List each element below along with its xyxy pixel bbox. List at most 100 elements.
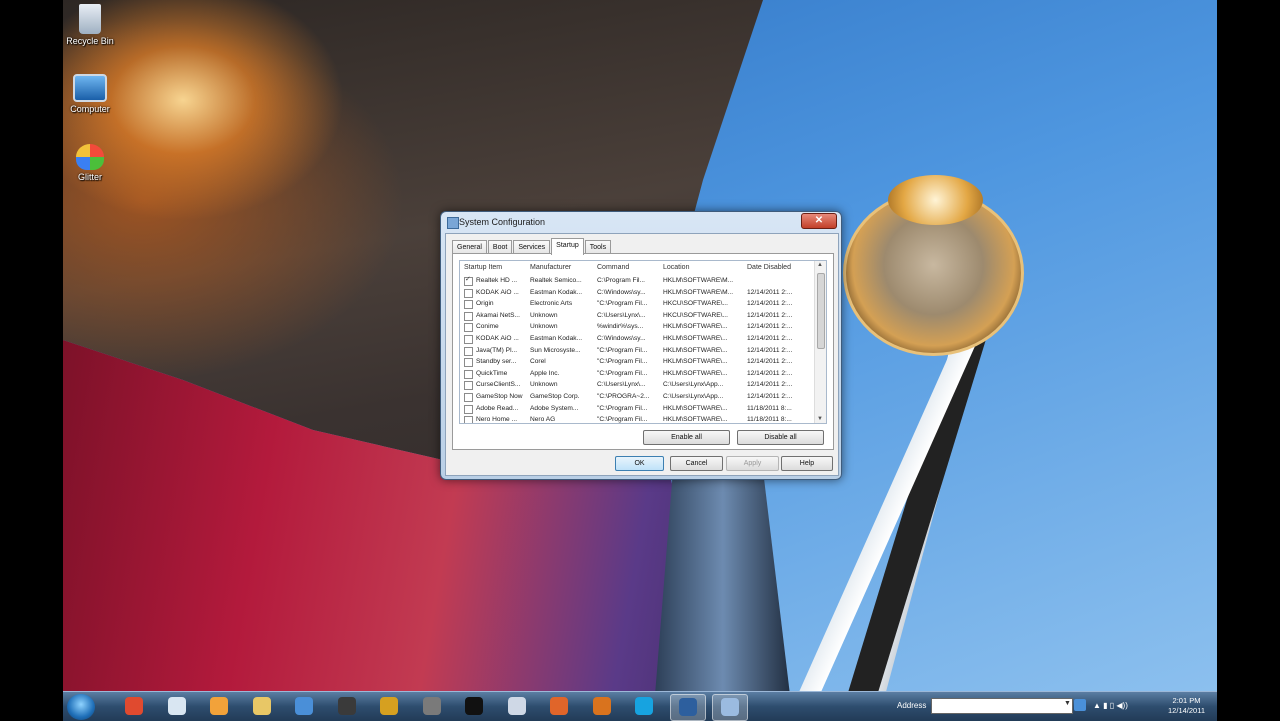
startup-item-checkbox[interactable] — [464, 369, 473, 379]
startup-item-checkbox[interactable] — [464, 393, 473, 402]
startup-item-checkbox[interactable] — [464, 323, 473, 333]
startup-row[interactable]: CurseClientS... Unknown C:\Users\Lynx\... C… — [460, 379, 812, 391]
startup-cell-location: HKLM\SOFTWARE\... — [663, 416, 728, 424]
startup-cell-location: HKLM\SOFTWARE\... — [663, 323, 728, 331]
startup-item-checkbox[interactable] — [464, 311, 473, 321]
startup-item-checkbox[interactable] — [464, 288, 473, 298]
apply-button[interactable]: Apply — [726, 456, 779, 471]
close-button[interactable]: ✕ — [801, 213, 837, 229]
startup-cell-location: HKLM\SOFTWARE\... — [663, 369, 728, 377]
clock[interactable]: 2:01 PM 12/14/2011 — [1168, 696, 1205, 716]
start-button[interactable] — [67, 694, 95, 720]
startup-cell-date: 12/14/2011 2:... — [747, 393, 793, 400]
startup-item-checkbox[interactable] — [464, 346, 473, 356]
startup-cell-location: HKCU\SOFTWARE\... — [663, 300, 728, 308]
startup-item-checkbox[interactable] — [464, 358, 473, 368]
address-go-icon[interactable] — [1074, 699, 1086, 711]
tab-startup[interactable]: Startup — [551, 238, 584, 255]
startup-cell-location: HKLM\SOFTWARE\M... — [663, 288, 734, 296]
scroll-down-arrow-icon[interactable]: ▼ — [817, 416, 823, 422]
startup-cell-command: C:\Users\Lynx\... — [597, 381, 646, 389]
startup-cell-item: Akamai NetS... — [476, 311, 520, 319]
taskbar-app-curse[interactable] — [585, 694, 619, 719]
gamestop-icon — [465, 697, 483, 715]
thunderbird-icon — [295, 697, 313, 715]
startup-cell-location: HKLM\SOFTWARE\... — [663, 358, 728, 366]
startup-row[interactable]: KODAK AiO ... Eastman Kodak... C:\Windows\… — [460, 287, 812, 299]
startup-cell-command: C:\Windows\sy... — [597, 288, 646, 296]
startup-cell-location: C:\Users\Lynx\App... — [663, 393, 724, 400]
taskbar-app-network-globe[interactable] — [160, 694, 194, 719]
help-button[interactable]: Help — [781, 456, 833, 471]
ok-button[interactable]: OK — [615, 456, 664, 471]
disable-all-button[interactable]: Disable all — [737, 430, 824, 445]
origin-icon — [422, 697, 441, 715]
startup-row[interactable]: QuickTime Apple Inc. "C:\Program Fil... HKL… — [460, 368, 812, 380]
column-header-location[interactable]: Location — [663, 261, 689, 275]
wallpaper-needle-top — [888, 175, 983, 225]
startup-row[interactable]: Java(TM) Pl... Sun Microsyste... "C:\Progr… — [460, 345, 812, 357]
scroll-thumb[interactable] — [817, 273, 825, 349]
column-header-manufacturer[interactable]: Manufacturer — [530, 261, 571, 275]
startup-cell-manufacturer: Unknown — [530, 381, 558, 389]
startup-item-checkbox[interactable] — [464, 275, 473, 286]
desktop-icon-computer[interactable]: Computer — [63, 74, 125, 114]
startup-row[interactable]: Origin Electronic Arts "C:\Program Fil... H… — [460, 298, 812, 310]
startup-cell-date: 12/14/2011 2:... — [747, 369, 793, 377]
startup-cell-item: Conime — [476, 323, 499, 331]
address-dropdown-arrow-icon[interactable]: ▼ — [1064, 700, 1071, 707]
taskbar-app-msconfig-window[interactable] — [712, 694, 748, 721]
media-player-icon — [210, 697, 228, 715]
startup-cell-location: HKLM\SOFTWARE\... — [663, 346, 728, 354]
startup-row[interactable]: Conime Unknown %windir%\sys... HKLM\SOFTWAR… — [460, 321, 812, 333]
startup-row[interactable]: Realtek HD ... Realtek Semico... C:\Progra… — [460, 275, 812, 287]
startup-row[interactable]: GameStop Now GameStop Corp. "C:\PROGRA~2..… — [460, 391, 812, 403]
startup-row[interactable]: KODAK AiO ... Eastman Kodak... C:\Windows\… — [460, 333, 812, 345]
startup-row[interactable]: Nero Home ... Nero AG "C:\Program Fil... HK… — [460, 414, 812, 424]
taskbar-app-thunderbird[interactable] — [287, 694, 321, 719]
cancel-button[interactable]: Cancel — [670, 456, 723, 471]
startup-cell-item: CurseClientS... — [476, 381, 521, 389]
startup-item-checkbox[interactable] — [464, 381, 473, 391]
taskbar-app-origin[interactable] — [415, 694, 449, 719]
taskbar-app-media-player[interactable] — [202, 694, 236, 719]
taskbar-app-system-config[interactable] — [669, 694, 706, 721]
desktop-icon-label: Recycle Bin — [66, 36, 114, 46]
taskbar-app-world-of-warcraft[interactable] — [372, 694, 406, 719]
column-header-command[interactable]: Command — [597, 261, 629, 275]
taskbar-app-skype[interactable] — [627, 694, 661, 719]
startup-cell-item: KODAK AiO ... — [476, 288, 519, 296]
startup-cell-command: "C:\Program Fil... — [597, 416, 648, 424]
taskbar-app-mumble[interactable] — [500, 694, 534, 719]
startup-row[interactable]: Akamai NetS... Unknown C:\Users\Lynx\... HK… — [460, 310, 812, 322]
startup-row[interactable]: Adobe Read... Adobe System... "C:\Program … — [460, 403, 812, 415]
computer-icon — [73, 74, 107, 102]
startup-row[interactable]: Standby ser... Corel "C:\Program Fil... HKL… — [460, 356, 812, 368]
startup-cell-manufacturer: Sun Microsyste... — [530, 346, 581, 354]
vertical-scrollbar[interactable]: ▲ ▼ — [814, 261, 826, 423]
startup-item-checkbox[interactable] — [464, 416, 473, 423]
desktop-icon-glitter[interactable]: Glitter — [63, 144, 125, 182]
startup-item-checkbox[interactable] — [464, 300, 473, 310]
startup-cell-location: HKCU\SOFTWARE\... — [663, 311, 728, 319]
taskbar-app-steam[interactable] — [330, 694, 364, 719]
enable-all-button[interactable]: Enable all — [643, 430, 730, 445]
startup-cell-manufacturer: Eastman Kodak... — [530, 288, 583, 296]
skype-icon — [635, 697, 653, 715]
startup-cell-item: Java(TM) Pl... — [476, 346, 518, 354]
taskbar-app-gamestop[interactable] — [457, 694, 491, 719]
address-input[interactable] — [931, 698, 1073, 714]
taskbar-app-chrome[interactable] — [117, 694, 151, 719]
column-header-startup-item[interactable]: Startup Item — [464, 261, 502, 275]
taskbar-app-folder[interactable] — [245, 694, 279, 719]
desktop-icon-recycle-bin[interactable]: Recycle Bin — [63, 4, 125, 46]
taskbar-app-firefox[interactable] — [542, 694, 576, 719]
startup-item-checkbox[interactable] — [464, 335, 473, 344]
startup-cell-manufacturer: GameStop Corp. — [530, 393, 580, 400]
system-tray[interactable]: ▲ ▮ ▯ ◀)) — [1093, 701, 1128, 710]
startup-items-list[interactable]: Startup Item Manufacturer Command Locati… — [459, 260, 827, 424]
scroll-up-arrow-icon[interactable]: ▲ — [817, 262, 823, 268]
startup-item-checkbox[interactable] — [464, 404, 473, 414]
column-header-date-disabled[interactable]: Date Disabled — [747, 261, 791, 275]
startup-cell-item: Adobe Read... — [476, 404, 519, 412]
